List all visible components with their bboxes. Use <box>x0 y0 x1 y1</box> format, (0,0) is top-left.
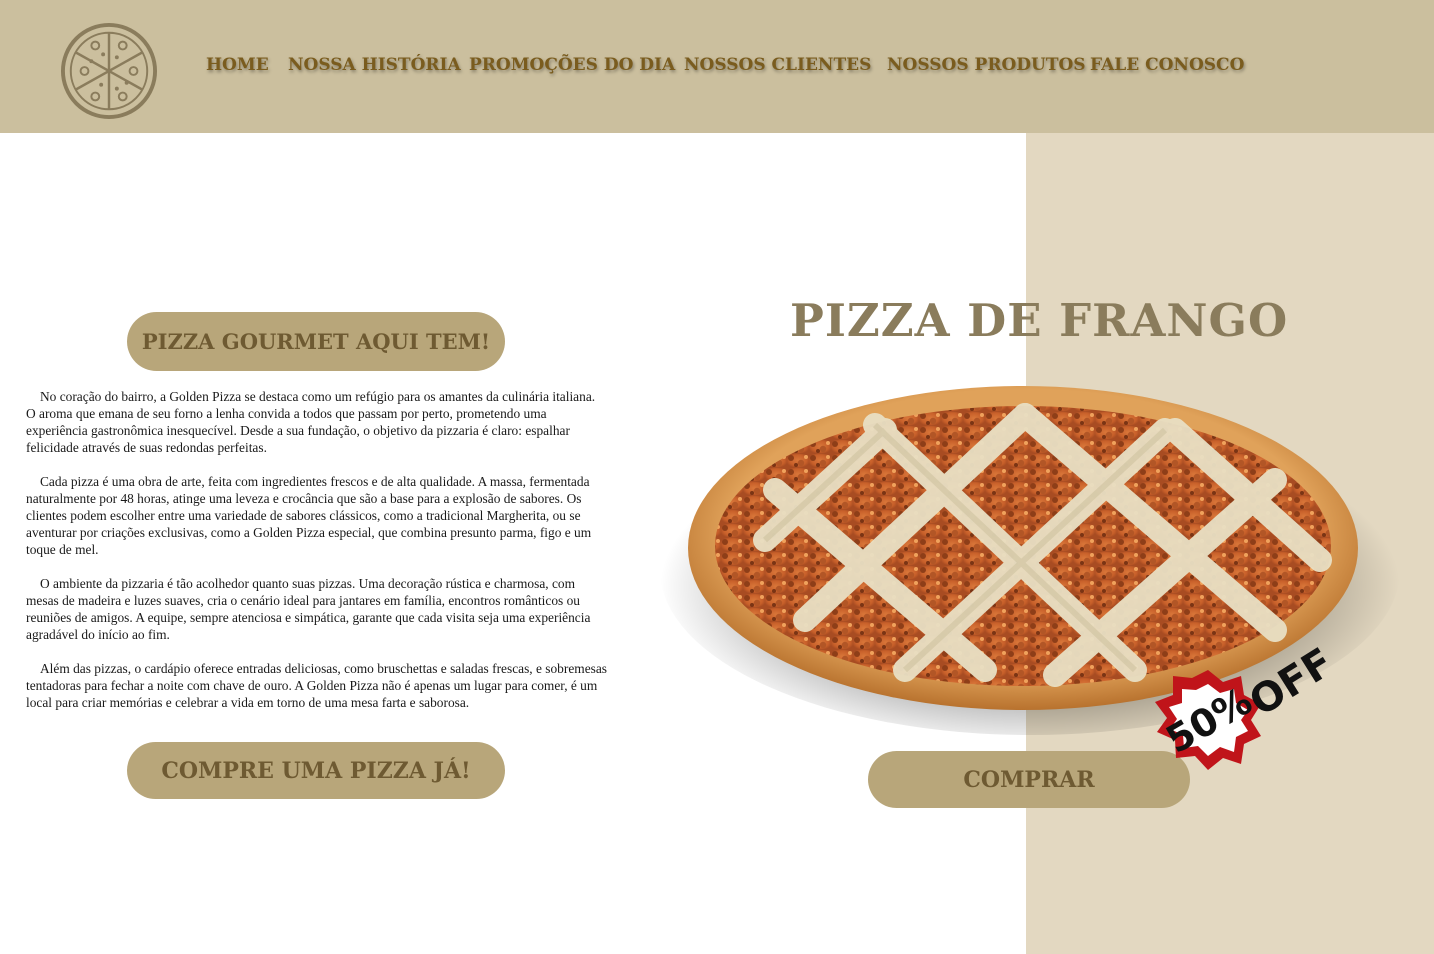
article-paragraph: Além das pizzas, o cardápio oferece entr… <box>26 661 608 710</box>
site-header: HOME NOSSA HISTÓRIA PROMOÇÕES DO DIA NOS… <box>0 0 1434 133</box>
nav-nossos-clientes[interactable]: NOSSOS CLIENTES <box>684 55 871 75</box>
nav-home[interactable]: HOME <box>206 55 269 75</box>
about-article: No coração do bairro, a Golden Pizza se … <box>26 388 608 728</box>
main-nav: HOME NOSSA HISTÓRIA PROMOÇÕES DO DIA NOS… <box>0 55 1434 83</box>
discount-badge: 50% OFF <box>1155 640 1341 770</box>
nav-nossa-historia[interactable]: NOSSA HISTÓRIA <box>288 55 461 75</box>
nav-promocoes-do-dia[interactable]: PROMOÇÕES DO DIA <box>469 55 675 75</box>
comprar-button[interactable]: COMPRAR <box>868 751 1190 808</box>
nav-nossos-produtos[interactable]: NOSSOS PRODUTOS <box>887 55 1086 75</box>
article-paragraph: Cada pizza é uma obra de arte, feita com… <box>26 474 592 557</box>
nav-fale-conosco[interactable]: FALE CONOSCO <box>1090 55 1244 75</box>
article-paragraph: No coração do bairro, a Golden Pizza se … <box>26 389 596 455</box>
buy-pizza-cta-button[interactable]: COMPRE UMA PIZZA JÁ! <box>127 742 505 799</box>
product-title: PIZZA DE FRANGO <box>790 294 1289 347</box>
gourmet-headline-button[interactable]: PIZZA GOURMET AQUI TEM! <box>127 312 505 371</box>
article-paragraph: O ambiente da pizzaria é tão acolhedor q… <box>26 576 591 642</box>
